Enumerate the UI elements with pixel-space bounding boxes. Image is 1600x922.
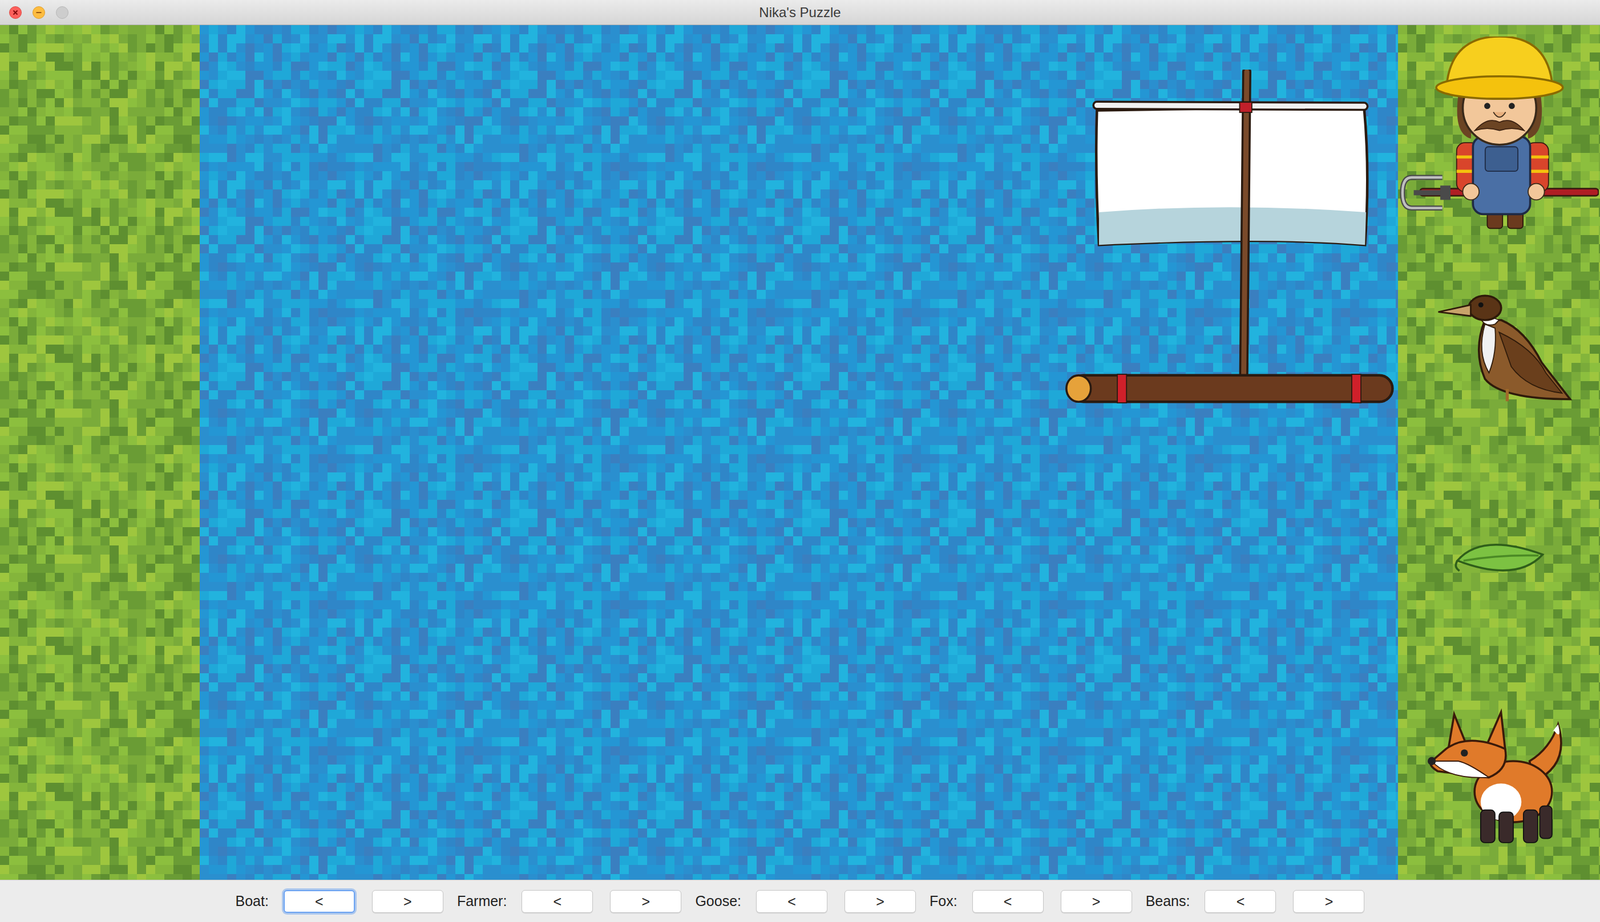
control-label: Boat:	[235, 893, 269, 910]
move-button[interactable]: <	[283, 890, 355, 913]
fox	[1427, 704, 1571, 847]
control-group: Goose: < >	[695, 890, 916, 913]
move-button[interactable]: >	[609, 890, 682, 913]
control-label: Beans:	[1145, 893, 1191, 910]
boat	[1064, 69, 1396, 408]
move-button[interactable]: >	[372, 890, 444, 913]
zoom-icon	[55, 6, 69, 19]
move-button[interactable]: <	[972, 890, 1044, 913]
window-title: Nika's Puzzle	[758, 4, 841, 21]
move-button[interactable]: <	[1204, 890, 1276, 913]
right-bank	[1398, 25, 1600, 880]
move-button[interactable]: >	[1060, 890, 1133, 913]
control-label: Goose:	[695, 893, 742, 910]
control-group: Boat: < >	[235, 890, 444, 913]
close-icon[interactable]	[9, 6, 22, 19]
control-group: Fox: < >	[929, 890, 1133, 913]
control-group: Farmer: < >	[457, 890, 682, 913]
game-board	[0, 25, 1600, 880]
river	[199, 25, 1399, 880]
minimize-icon[interactable]	[32, 6, 46, 19]
move-button[interactable]: >	[844, 890, 916, 913]
control-label: Fox:	[929, 893, 958, 910]
window: Nika's PuzzleBoat:<>Farmer:<>Goose:<>Fox…	[0, 0, 1600, 922]
move-button[interactable]: <	[756, 890, 828, 913]
move-button[interactable]: >	[1293, 890, 1365, 913]
toolbar: Boat: < > Farmer: < > Goose: < > Fox: < > Beans: < >	[0, 879, 1600, 922]
farmer	[1399, 36, 1599, 231]
left-bank	[0, 25, 200, 880]
move-button[interactable]: <	[521, 890, 593, 913]
beans	[1453, 536, 1545, 583]
window-controls	[9, 6, 69, 19]
title-bar: Nika's Puzzle	[0, 0, 1600, 26]
control-label: Farmer:	[457, 893, 508, 910]
goose	[1436, 291, 1574, 404]
control-group: Beans: < >	[1145, 890, 1365, 913]
